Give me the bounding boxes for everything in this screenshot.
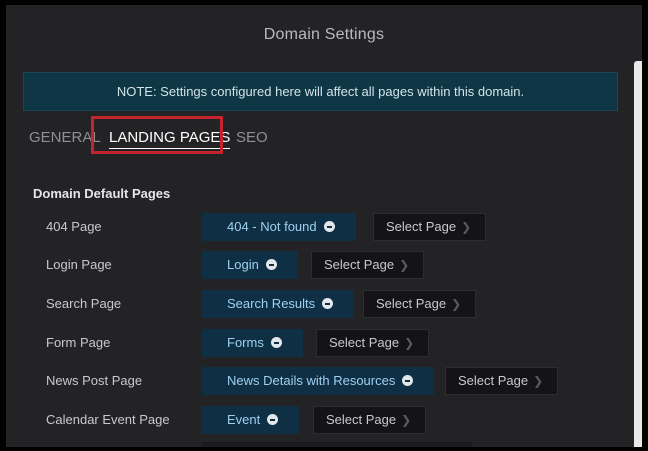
select-page-button[interactable]: Select Page ❯ — [311, 251, 425, 279]
chevron-right-icon: ❯ — [401, 413, 412, 427]
chevron-right-icon: ❯ — [533, 374, 544, 388]
minus-circle-icon[interactable] — [402, 375, 414, 386]
select-page-button[interactable]: Select Page ❯ — [313, 406, 427, 434]
row-label: News Post Page — [46, 373, 143, 388]
chevron-right-icon: ❯ — [451, 297, 462, 311]
section-title: Domain Default Pages — [33, 186, 171, 201]
setting-row-404: 404 Page 404 - Not found Select Page ❯ — [6, 213, 642, 241]
selected-page-chip[interactable]: Login — [202, 251, 298, 279]
dialog-title: Domain Settings — [263, 26, 385, 43]
row-label: Calendar Event Page — [46, 412, 170, 427]
selected-page-chip[interactable]: News Details with Resources — [202, 367, 435, 395]
chevron-right-icon: ❯ — [461, 220, 472, 234]
select-page-button[interactable]: Select Page ❯ — [445, 367, 559, 395]
select-page-button[interactable]: Select Page ❯ — [316, 329, 430, 357]
minus-circle-icon[interactable] — [323, 221, 335, 232]
chevron-right-icon: ❯ — [404, 336, 415, 350]
row-label: Search Page — [46, 296, 122, 311]
setting-row-calendar-event: Calendar Event Page Event Select Page ❯ — [6, 406, 642, 434]
setting-row-search: Search Page Search Results Select Page ❯ — [6, 290, 642, 318]
setting-row-news-post: News Post Page News Details with Resourc… — [6, 367, 642, 395]
minus-circle-icon[interactable] — [267, 414, 279, 425]
domain-settings-dialog: Domain Settings NOTE: Settings configure… — [6, 5, 642, 447]
setting-row-form: Form Page Forms Select Page ❯ — [6, 329, 642, 357]
selected-page-chip[interactable]: Event — [202, 406, 300, 434]
select-page-button[interactable]: Select Page ❯ — [373, 213, 487, 241]
setting-row-login: Login Page Login Select Page ❯ — [6, 251, 642, 279]
selected-page-chip[interactable]: 404 - Not found — [202, 213, 356, 241]
selected-page-chip[interactable]: Forms — [202, 329, 303, 357]
chevron-right-icon: ❯ — [399, 258, 410, 272]
tab-general[interactable]: GENERAL — [29, 129, 101, 147]
minus-circle-icon[interactable] — [322, 298, 334, 309]
select-page-button[interactable]: Select Page ❯ — [363, 290, 477, 318]
minus-circle-icon[interactable] — [270, 337, 282, 348]
tab-seo[interactable]: SEO — [236, 129, 268, 147]
info-note: NOTE: Settings configured here will affe… — [23, 72, 618, 111]
selected-page-chip[interactable]: Search Results — [202, 290, 355, 318]
row-label: Form Page — [46, 335, 111, 350]
next-row-partial — [202, 442, 472, 447]
row-label: 404 Page — [46, 219, 102, 234]
tab-landing-pages[interactable]: LANDING PAGES — [109, 129, 231, 149]
minus-circle-icon[interactable] — [265, 259, 277, 270]
row-label: Login Page — [46, 257, 112, 272]
